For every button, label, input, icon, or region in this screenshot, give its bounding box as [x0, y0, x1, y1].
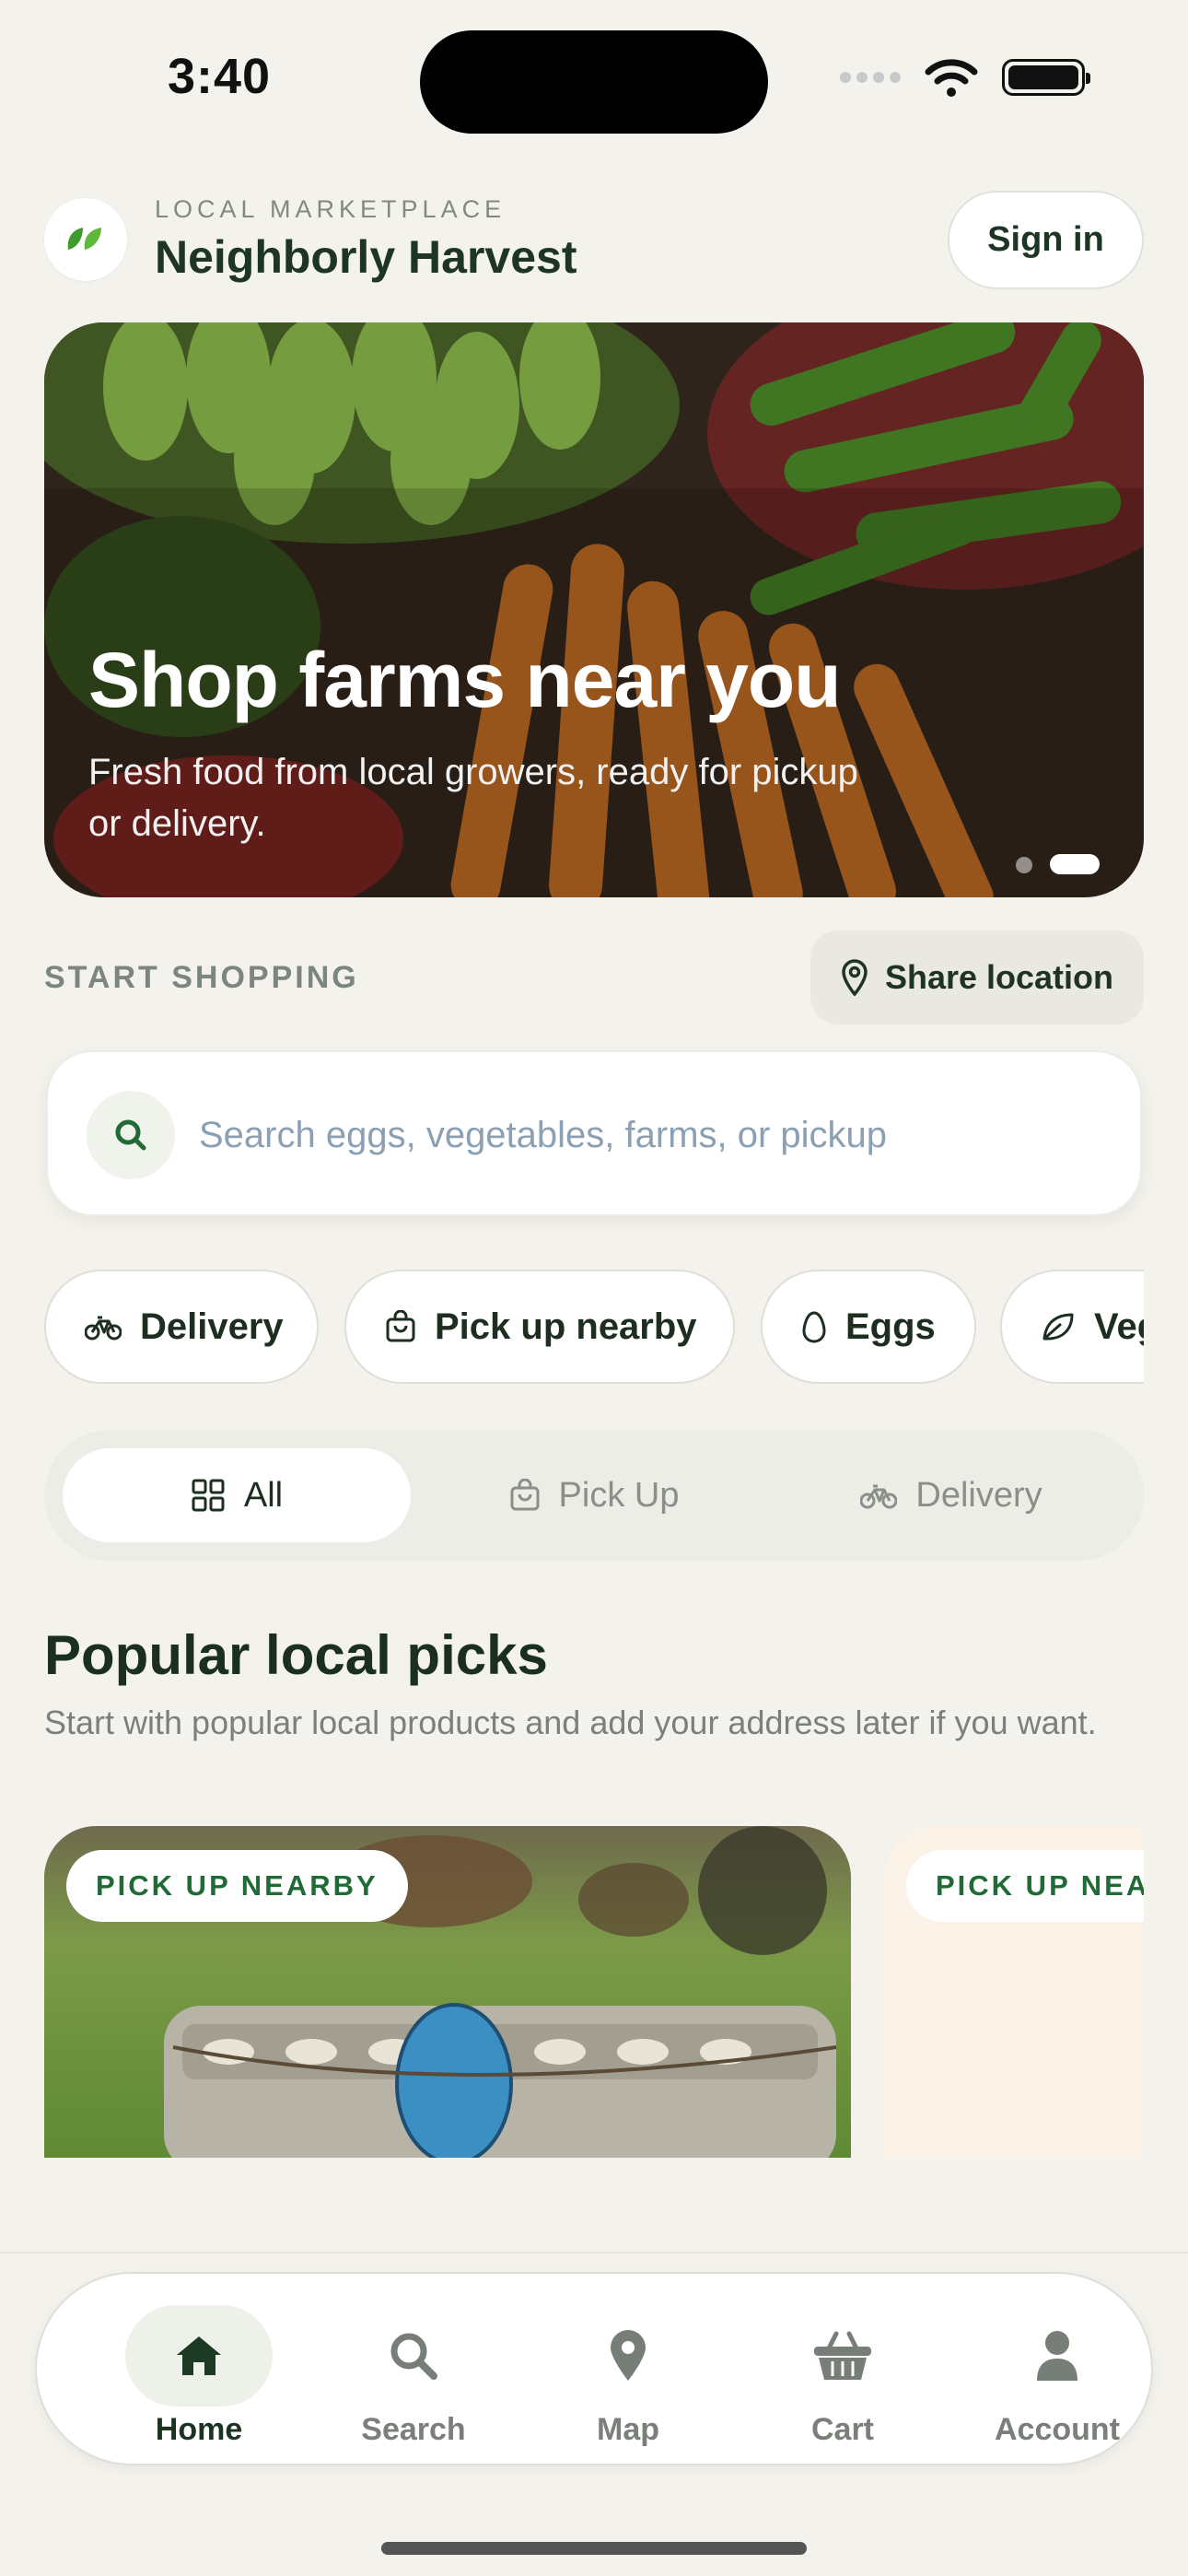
bicycle-icon [85, 1316, 122, 1341]
bicycle-icon [860, 1484, 898, 1509]
wifi-icon [925, 59, 978, 97]
tab-label: Account [995, 2412, 1120, 2447]
pickup-badge: PICK UP NEARBY [906, 1850, 1144, 1922]
chip-pick-up-nearby[interactable]: Pick up nearby [344, 1270, 735, 1384]
app-title: Neighborly Harvest [155, 231, 577, 283]
filter-chips: Delivery Pick up nearby Eggs Vegetables [44, 1270, 1144, 1384]
search-bar[interactable]: Search eggs, vegetables, farms, or picku… [46, 1050, 1142, 1216]
bottom-tab-bar: Home Search Map Cart Account [35, 2272, 1153, 2465]
chip-label: Pick up nearby [435, 1306, 697, 1347]
status-icons [840, 57, 1090, 98]
home-indicator [381, 2542, 807, 2555]
tab-divider [0, 2252, 1188, 2254]
dynamic-island [420, 30, 768, 134]
chip-label: Vegetables [1094, 1306, 1144, 1347]
shopping-bag-icon [510, 1479, 540, 1511]
person-icon [984, 2305, 1131, 2406]
tab-label: Map [597, 2412, 659, 2447]
chip-delivery[interactable]: Delivery [44, 1270, 319, 1384]
egg-icon [802, 1311, 826, 1343]
map-pin-icon [554, 2305, 702, 2406]
search-icon [340, 2305, 487, 2406]
tab-label: Home [155, 2412, 243, 2447]
chip-label: Delivery [140, 1306, 284, 1347]
search-icon [87, 1091, 175, 1179]
product-card[interactable]: PICK UP NEARBY [884, 1826, 1144, 2158]
segment-label: Pick Up [558, 1475, 680, 1515]
tab-map[interactable]: Map [521, 2274, 735, 2464]
status-time: 3:40 [168, 49, 272, 104]
tab-cart[interactable]: Cart [736, 2274, 949, 2464]
fulfillment-segment: All Pick Up Delivery [44, 1430, 1144, 1561]
segment-pick-up[interactable]: Pick Up [420, 1448, 768, 1542]
house-icon [125, 2305, 273, 2406]
share-location-label: Share location [884, 958, 1114, 996]
segment-delivery[interactable]: Delivery [777, 1448, 1125, 1542]
tab-account[interactable]: Account [950, 2274, 1164, 2464]
carousel-dot-active[interactable] [1050, 854, 1100, 874]
tab-search[interactable]: Search [307, 2274, 520, 2464]
popular-subtitle: Start with popular local products and ad… [44, 1704, 1097, 1741]
segment-label: Delivery [915, 1475, 1042, 1515]
segment-all[interactable]: All [63, 1448, 411, 1542]
chip-label: Eggs [845, 1306, 936, 1347]
chip-eggs[interactable]: Eggs [761, 1270, 976, 1384]
app-logo [44, 198, 127, 281]
tab-home[interactable]: Home [92, 2274, 306, 2464]
start-shopping-label: START SHOPPING [44, 960, 359, 995]
grid-icon [192, 1479, 225, 1512]
tab-label: Search [361, 2412, 466, 2447]
leaf-icon [1042, 1313, 1074, 1341]
hero-title: Shop farms near you [88, 637, 842, 723]
leaves-icon [67, 228, 101, 250]
carousel-dot[interactable] [1016, 857, 1032, 873]
app-eyebrow: LOCAL MARKETPLACE [155, 195, 507, 223]
search-placeholder: Search eggs, vegetables, farms, or picku… [199, 1115, 888, 1155]
share-location-button[interactable]: Share location [810, 931, 1144, 1025]
tab-label: Cart [810, 2412, 875, 2447]
basket-icon [769, 2305, 916, 2406]
hero-banner[interactable]: Shop farms near you Fresh food from loca… [44, 322, 1144, 897]
pickup-badge: PICK UP NEARBY [66, 1850, 408, 1922]
popular-title: Popular local picks [44, 1624, 548, 1686]
sign-in-button[interactable]: Sign in [948, 191, 1144, 289]
hero-subtitle: Fresh food from local growers, ready for… [88, 752, 858, 844]
map-pin-icon [842, 959, 868, 996]
chip-vegetables[interactable]: Vegetables [1000, 1270, 1144, 1384]
shopping-bag-icon [386, 1310, 415, 1342]
battery-icon [1002, 59, 1090, 96]
product-card[interactable]: PICK UP NEARBY [44, 1826, 851, 2158]
cellular-icon [840, 72, 901, 83]
segment-label: All [243, 1475, 284, 1515]
